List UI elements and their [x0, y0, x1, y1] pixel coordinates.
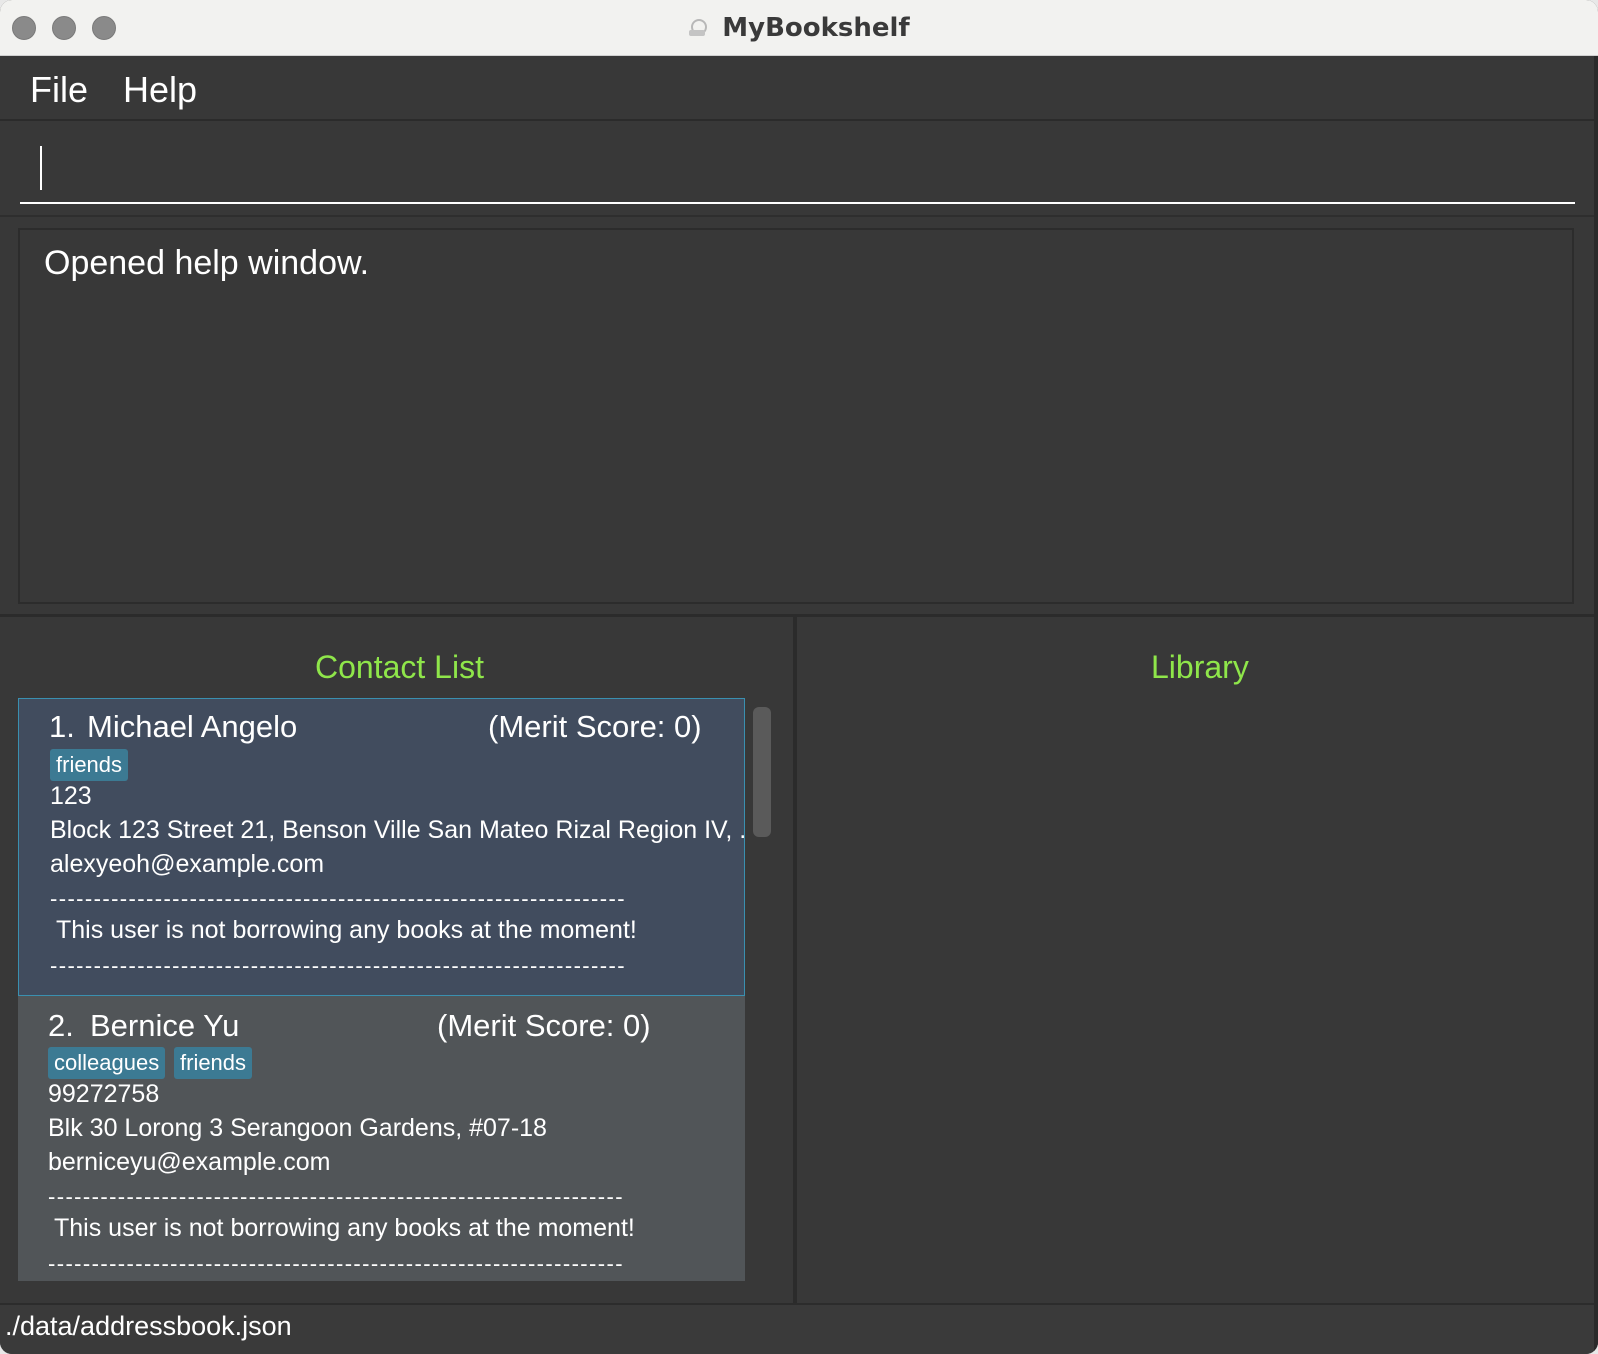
merit-score: (Merit Score: 0): [488, 709, 702, 744]
app-window: MyBookshelf File Help Opened help window…: [0, 0, 1598, 1354]
window-edge: [1594, 56, 1598, 1354]
tag-badge: friends: [50, 749, 129, 781]
person-address: Blk 30 Lorong 3 Serangoon Gardens, #07-1…: [48, 1114, 547, 1142]
person-address: Block 123 Street 21, Benson Ville San Ma…: [50, 816, 745, 844]
library-panel: Library: [797, 617, 1598, 1303]
contact-list[interactable]: 1. Michael Angelo (Merit Score: 0) frien…: [18, 698, 745, 1281]
borrow-status: This user is not borrowing any books at …: [56, 916, 637, 944]
separator-line: ----------------------------------------…: [48, 1251, 624, 1276]
separator-line: ----------------------------------------…: [48, 1184, 624, 1209]
text-caret: [40, 146, 42, 190]
separator-line: ----------------------------------------…: [50, 886, 626, 911]
person-phone: 123: [50, 782, 92, 810]
person-index: 2.: [48, 1008, 74, 1043]
contact-list-panel: Contact List 1. Michael Angelo (Merit Sc…: [0, 617, 793, 1303]
menu-help[interactable]: Help: [123, 69, 197, 111]
person-phone: 99272758: [48, 1080, 160, 1108]
save-location-path: ./data/addressbook.json: [5, 1311, 292, 1341]
person-name: Bernice Yu: [90, 1008, 240, 1043]
window-title: MyBookshelf: [722, 13, 910, 43]
person-name: Michael Angelo: [87, 709, 298, 744]
result-display: Opened help window.: [18, 228, 1574, 604]
menu-file[interactable]: File: [30, 69, 88, 111]
person-email: berniceyu@example.com: [48, 1148, 331, 1176]
command-input[interactable]: [20, 142, 1575, 204]
tag-badge: friends: [174, 1047, 253, 1079]
borrow-status: This user is not borrowing any books at …: [54, 1214, 635, 1242]
library-title: Library: [1151, 649, 1249, 685]
contact-list-scrollbar[interactable]: [753, 707, 771, 837]
person-email: alexyeoh@example.com: [50, 850, 325, 878]
merit-score: (Merit Score: 0): [437, 1008, 651, 1043]
tag-badge: colleagues: [48, 1047, 166, 1079]
command-box: [0, 122, 1598, 217]
person-index: 1.: [49, 709, 75, 744]
title-wrap: MyBookshelf: [0, 0, 1598, 56]
separator-line: ----------------------------------------…: [50, 953, 626, 978]
list-item[interactable]: 1. Michael Angelo (Merit Score: 0) frien…: [18, 698, 745, 996]
contact-list-title: Contact List: [315, 649, 484, 685]
menu-bar: File Help: [0, 57, 1598, 121]
status-bar: ./data/addressbook.json: [0, 1303, 1598, 1354]
list-item[interactable]: 2. Bernice Yu (Merit Score: 0) colleague…: [18, 996, 745, 1281]
title-bar: MyBookshelf: [0, 0, 1598, 56]
result-message: Opened help window.: [44, 244, 370, 282]
app-proxy-icon: [688, 18, 708, 38]
